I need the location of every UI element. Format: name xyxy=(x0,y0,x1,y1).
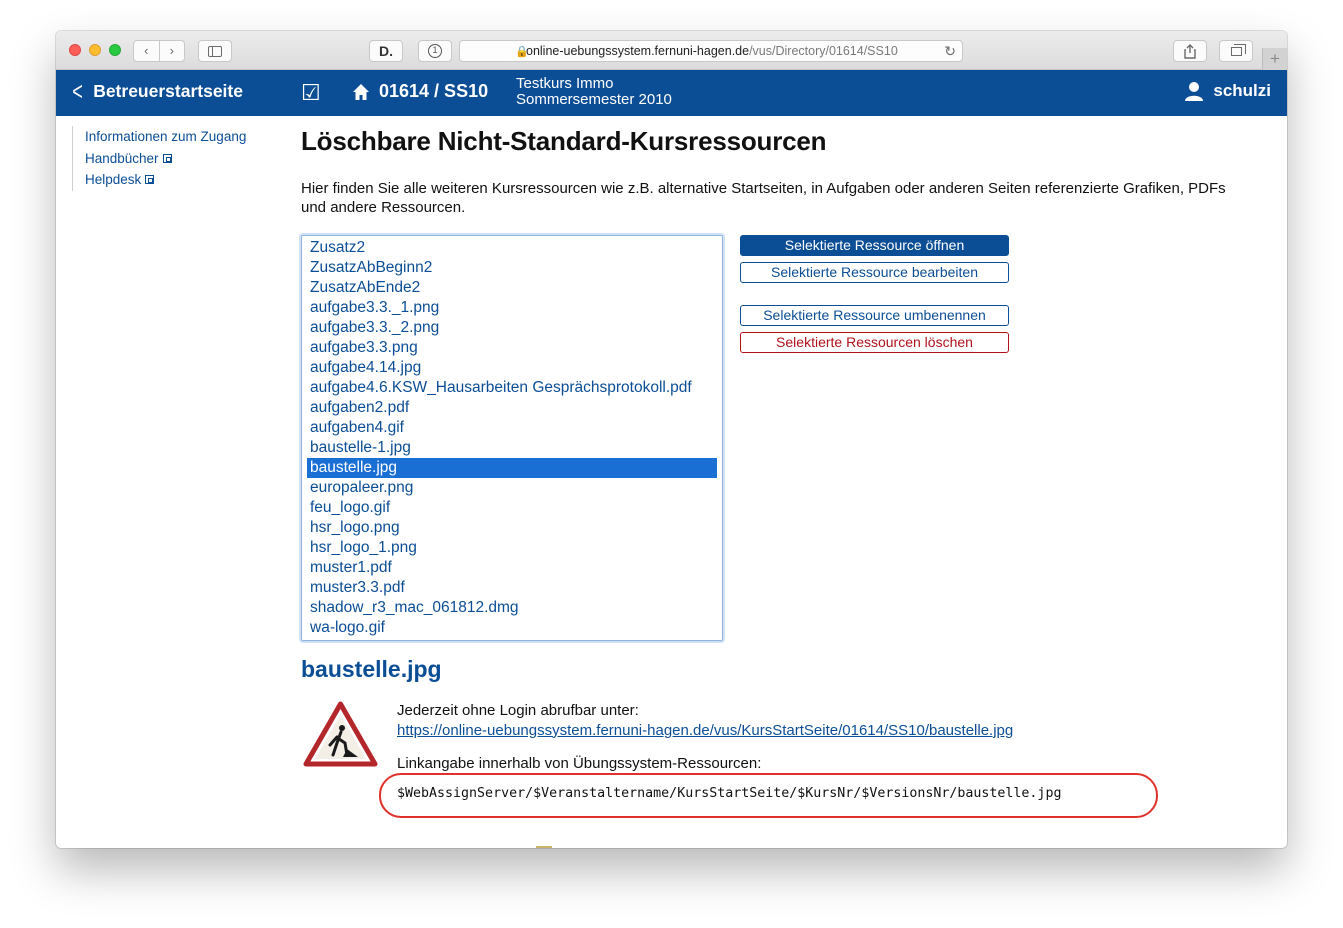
extension-d-button[interactable]: D. xyxy=(369,40,403,62)
tabs-icon xyxy=(1230,43,1246,56)
sidebar-item-helpdesk[interactable]: Helpdesk xyxy=(85,169,246,191)
user-menu[interactable]: schulzi xyxy=(1184,81,1271,101)
chevron-left-icon: < xyxy=(72,76,83,106)
home-icon xyxy=(353,83,369,100)
extension-1password-button[interactable]: 1 xyxy=(418,40,452,62)
resource-actions: Selektierte Ressource öffnen Selektierte… xyxy=(740,235,1009,353)
share-button[interactable] xyxy=(1173,40,1207,62)
course-home-link[interactable]: 01614 / SS10 xyxy=(352,81,488,102)
sidebar-item-access-info[interactable]: Informationen zum Zugang xyxy=(85,126,246,148)
resource-option[interactable]: Zusatz2 xyxy=(307,238,717,258)
back-label: Betreuerstartseite xyxy=(93,80,243,101)
user-name: schulzi xyxy=(1213,81,1271,100)
resource-option[interactable]: aufgaben2.pdf xyxy=(307,398,717,418)
page-title: Löschbare Nicht-Standard-Kursressourcen xyxy=(301,126,827,156)
resource-detail-title: baustelle.jpg xyxy=(301,656,442,682)
resource-option[interactable]: aufgabe4.14.jpg xyxy=(307,358,717,378)
sidebar-nav: Informationen zum Zugang Handbücher Help… xyxy=(72,126,246,191)
reload-icon[interactable]: ↻ xyxy=(944,43,956,60)
resource-option[interactable]: hsr_logo.png xyxy=(307,518,717,538)
link-spec-label: Linkangabe innerhalb von Übungssystem-Re… xyxy=(397,755,762,772)
minimize-window-button[interactable] xyxy=(89,44,101,56)
main-content: Löschbare Nicht-Standard-Kursressourcen … xyxy=(301,126,1251,818)
course-info: Testkurs Immo Sommersemester 2010 xyxy=(516,76,672,108)
resource-option[interactable]: baustelle.jpg xyxy=(307,458,717,478)
resource-option[interactable]: shadow_r3_mac_061812.dmg xyxy=(307,598,717,618)
browser-window: ‹ › D. 1 🔒 online-uebungssystem.fernuni-… xyxy=(56,31,1287,848)
user-icon xyxy=(1185,82,1204,101)
resource-option[interactable]: ZusatzAbBeginn2 xyxy=(307,258,717,278)
checkbox-icon[interactable]: ☑ xyxy=(301,80,321,106)
resource-option[interactable]: europaleer.png xyxy=(307,478,717,498)
construction-sign-icon xyxy=(303,701,378,767)
browser-toolbar: ‹ › D. 1 🔒 online-uebungssystem.fernuni-… xyxy=(56,31,1287,70)
app-header: < Betreuerstartseite ☑ 01614 / SS10 Test… xyxy=(56,70,1287,116)
password-icon: 1 xyxy=(428,44,442,58)
lock-icon: 🔒 xyxy=(515,46,529,58)
resource-option[interactable]: muster1.pdf xyxy=(307,558,717,578)
intro-text: Hier finden Sie alle weiteren Kursressou… xyxy=(301,180,1226,216)
external-link-icon xyxy=(145,175,155,184)
history-nav: ‹ › xyxy=(133,40,185,62)
back-icon[interactable]: ‹ xyxy=(134,41,160,61)
resource-listbox[interactable]: Zusatz2 ZusatzAbBeginn2 ZusatzAbEnde2 aufga… xyxy=(301,235,723,641)
course-name: Testkurs Immo xyxy=(516,75,614,92)
forward-icon[interactable]: › xyxy=(160,41,185,61)
resource-option[interactable]: muster3.3.pdf xyxy=(307,578,717,598)
resource-option[interactable]: baustelle-1.jpg xyxy=(307,438,717,458)
resource-option[interactable]: ZusatzAbEnde2 xyxy=(307,278,717,298)
extension-d-icon: D. xyxy=(379,43,393,59)
delete-resources-button[interactable]: Selektierte Ressourcen löschen xyxy=(740,332,1009,353)
edit-resource-button[interactable]: Selektierte Ressource bearbeiten xyxy=(740,262,1009,283)
close-window-button[interactable] xyxy=(69,44,81,56)
course-term: Sommersemester 2010 xyxy=(516,91,672,108)
share-icon xyxy=(1184,43,1196,59)
public-url-label: Jederzeit ohne Login abrufbar unter: xyxy=(397,702,639,719)
back-to-tutor-home-link[interactable]: < Betreuerstartseite xyxy=(70,76,243,106)
course-id: 01614 / SS10 xyxy=(379,81,489,101)
public-url-link[interactable]: https://online-uebungssystem.fernuni-hag… xyxy=(397,722,1013,739)
resource-option[interactable]: wa-logo.gif xyxy=(307,618,717,638)
zoom-window-button[interactable] xyxy=(109,44,121,56)
show-tabs-button[interactable] xyxy=(1219,40,1253,62)
resource-option[interactable]: aufgabe3.3._1.png xyxy=(307,298,717,318)
partial-image-edge xyxy=(536,846,552,848)
resource-option[interactable]: aufgaben4.gif xyxy=(307,418,717,438)
sidebar-item-manuals[interactable]: Handbücher xyxy=(85,148,246,170)
resource-option[interactable]: aufgabe3.3.png xyxy=(307,338,717,358)
resource-detail-info: Jederzeit ohne Login abrufbar unter: htt… xyxy=(397,701,1013,774)
new-tab-button[interactable]: + xyxy=(1262,48,1287,70)
address-bar[interactable]: 🔒 online-uebungssystem.fernuni-hagen.de/… xyxy=(459,40,963,62)
resource-option[interactable]: hsr_logo_1.png xyxy=(307,538,717,558)
url-text: online-uebungssystem.fernuni-hagen.de/vu… xyxy=(526,44,898,58)
resource-option[interactable]: aufgabe4.6.KSW_Hausarbeiten Gesprächspro… xyxy=(307,378,717,398)
sidebar-toggle-button[interactable] xyxy=(198,40,232,62)
open-resource-button[interactable]: Selektierte Ressource öffnen xyxy=(740,235,1009,256)
resource-option[interactable]: feu_logo.gif xyxy=(307,498,717,518)
sidebar-icon xyxy=(208,45,222,57)
link-spec-code: $WebAssignServer/$Veranstaltername/KursS… xyxy=(397,786,1062,801)
resource-option[interactable]: aufgabe3.3._2.png xyxy=(307,318,717,338)
rename-resource-button[interactable]: Selektierte Ressource umbenennen xyxy=(740,305,1009,326)
external-link-icon xyxy=(162,153,172,163)
